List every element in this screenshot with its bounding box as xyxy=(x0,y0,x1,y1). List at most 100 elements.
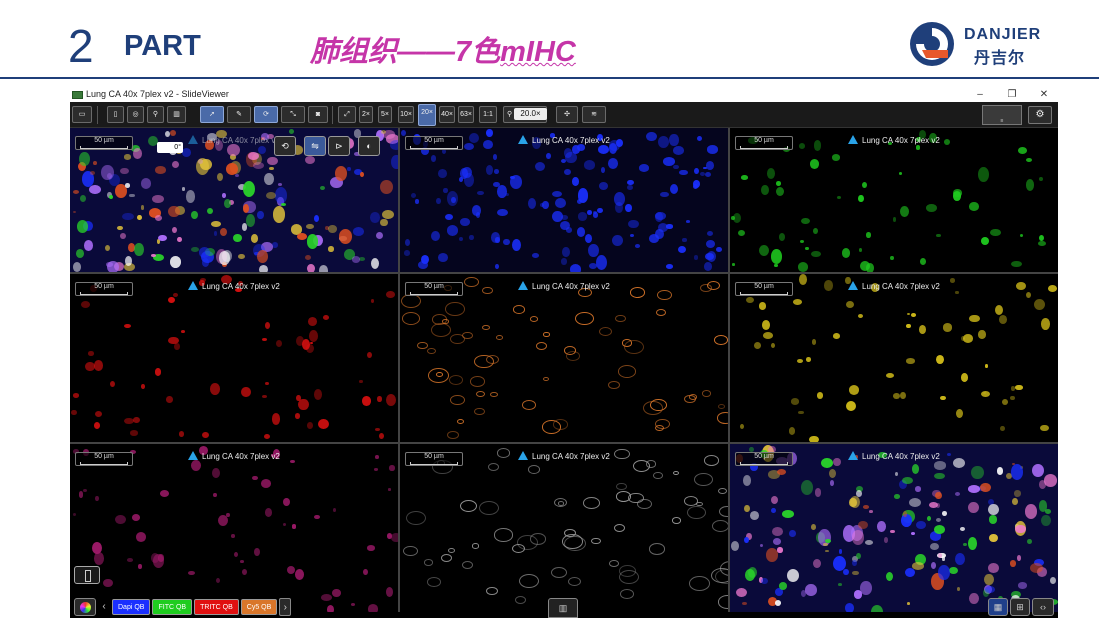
panel-composite-bottom[interactable]: 50 µm Lung CA 40x 7plex v2 xyxy=(730,444,1058,612)
tissue-cell xyxy=(988,503,1000,516)
tissue-cell xyxy=(456,418,465,424)
tissue-cell xyxy=(386,291,395,298)
tissue-cell xyxy=(555,198,566,208)
panel-label-text: Lung CA 40x 7plex v2 xyxy=(862,136,940,145)
zoom-1to1-button[interactable]: 1:1 xyxy=(479,106,497,123)
tissue-cell xyxy=(658,135,670,149)
monitor-icon[interactable]: ▭ xyxy=(72,106,92,123)
nav-arrows-icon[interactable]: ‹› xyxy=(1032,598,1054,616)
tissue-cell xyxy=(934,472,945,480)
scale-ruler xyxy=(740,146,788,149)
tissue-cell xyxy=(473,354,494,369)
minimize-button[interactable]: – xyxy=(968,88,992,102)
camera-icon[interactable]: ◙ xyxy=(308,106,328,123)
zoom-value-field[interactable]: 20.0× xyxy=(514,108,547,120)
tissue-cell xyxy=(954,492,960,497)
tissue-cell xyxy=(930,542,940,550)
warning-icon xyxy=(188,135,198,145)
panel-fitc[interactable]: 50 µm Lung CA 40x 7plex v2 xyxy=(730,128,1058,272)
tissue-cell xyxy=(363,568,369,575)
tissue-cell xyxy=(72,262,82,272)
zoom-20x-button[interactable]: 20× xyxy=(418,104,436,126)
scale-ruler xyxy=(410,146,458,149)
restore-button[interactable]: ❐ xyxy=(1000,88,1024,102)
grid-3x3-icon[interactable]: ▦ xyxy=(988,598,1008,616)
pointer-icon[interactable]: ➚ xyxy=(200,106,224,123)
annotate-icon[interactable]: ✎ xyxy=(227,106,251,123)
compass-icon[interactable]: ◎ xyxy=(127,106,144,123)
tissue-cell xyxy=(266,156,278,166)
magnifier-icon[interactable]: ⚲ xyxy=(147,106,164,123)
tissue-cell xyxy=(1011,260,1023,268)
tissue-cell xyxy=(72,189,79,194)
tissue-cell xyxy=(717,403,726,410)
brand-badge[interactable]: ≡ xyxy=(982,105,1022,125)
panel-gray[interactable]: 50 µm Lung CA 40x 7plex v2 xyxy=(400,444,728,612)
tissue-cell xyxy=(893,392,900,399)
panel-yellow[interactable]: 50 µm Lung CA 40x 7plex v2 xyxy=(730,274,1058,442)
tissue-cell xyxy=(798,274,807,285)
flip-horizontal-icon[interactable]: ⇋ xyxy=(304,136,326,156)
slide-tray-icon[interactable]: ▯ xyxy=(107,106,124,123)
rotate-icon[interactable]: ⟳ xyxy=(254,106,278,123)
tissue-cell xyxy=(391,532,398,542)
flip-vertical-icon[interactable]: ⊳ xyxy=(328,136,350,156)
tissue-cell xyxy=(76,219,89,233)
channel-mix-icon[interactable]: ✣ xyxy=(556,106,578,123)
panel-label-text: Lung CA 40x 7plex v2 xyxy=(532,452,610,461)
chevron-left-icon[interactable]: ‹ xyxy=(98,598,110,616)
filter-icon[interactable]: ≋ xyxy=(582,106,606,123)
contrast-icon[interactable]: ◐ xyxy=(358,136,380,156)
toolbar-divider xyxy=(97,106,98,124)
tissue-cell xyxy=(810,159,819,169)
panel-drawer-tab[interactable]: ▥ xyxy=(548,598,578,618)
zoom-10x-button[interactable]: 10× xyxy=(398,106,414,123)
tissue-cell xyxy=(159,490,170,498)
tissue-cell xyxy=(626,184,633,191)
reset-rotation-icon[interactable]: ⟲ xyxy=(274,136,296,156)
settings-gear-icon[interactable]: ⚙ xyxy=(1028,106,1052,124)
tissue-cell xyxy=(104,245,110,252)
panel-magenta[interactable]: 50 µm Lung CA 40x 7plex v2 xyxy=(70,444,398,612)
tissue-cell xyxy=(705,239,716,249)
tissue-cell xyxy=(226,163,238,175)
panel-composite-top[interactable]: 50 µm 0° Lung CA 40x 7plex v2 ⟲ ⇋ ⊳ ◐ xyxy=(70,128,398,272)
panel-dapi[interactable]: 50 µm Lung CA 40x 7plex v2 xyxy=(400,128,728,272)
tissue-cell xyxy=(513,305,526,314)
grid-2x2-icon[interactable]: ⊞ xyxy=(1010,598,1030,616)
panel-tritc[interactable]: 50 µm Lung CA 40x 7plex v2 xyxy=(70,274,398,442)
tissue-cell xyxy=(124,183,130,188)
zoom-5x-button[interactable]: 5× xyxy=(378,106,392,123)
zoom-40x-button[interactable]: 40× xyxy=(439,106,455,123)
channel-fitc-button[interactable]: FITC QB xyxy=(152,599,193,615)
tissue-cell xyxy=(79,194,86,202)
tissue-cell xyxy=(219,228,227,237)
chevron-right-icon[interactable]: › xyxy=(279,598,292,616)
barcode-icon[interactable]: ▥ xyxy=(167,106,186,123)
tissue-cell xyxy=(1038,240,1047,247)
tissue-cell xyxy=(787,568,800,582)
tissue-cell xyxy=(497,208,509,217)
tissue-cell xyxy=(78,491,84,498)
measure-icon[interactable]: ⤡ xyxy=(281,106,305,123)
channel-cy5-button[interactable]: Cy5 QB xyxy=(240,599,278,615)
tissue-cell xyxy=(743,475,752,486)
tissue-cell xyxy=(774,264,778,267)
tissue-cell xyxy=(309,329,319,342)
rotation-field[interactable]: 0° xyxy=(157,142,183,153)
color-wheel-icon[interactable] xyxy=(74,598,96,616)
scale-label: 50 µm xyxy=(754,453,774,460)
channel-dapi-button[interactable]: Dapi QB xyxy=(112,599,151,615)
slide-title-main: 肺组织——7色 xyxy=(310,36,501,68)
tissue-cell xyxy=(295,413,300,419)
panel-cy5[interactable]: 50 µm Lung CA 40x 7plex v2 xyxy=(400,274,728,442)
zoom-63x-button[interactable]: 63× xyxy=(458,106,474,123)
slide-toggle-button[interactable] xyxy=(74,566,100,584)
fit-view-icon[interactable]: ⤢ xyxy=(338,106,356,123)
tissue-cell xyxy=(283,522,287,526)
close-button[interactable]: ✕ xyxy=(1032,88,1056,102)
tissue-cell xyxy=(856,489,863,497)
channel-tritc-button[interactable]: TRITC QB xyxy=(194,599,239,615)
tissue-cell xyxy=(463,142,475,151)
zoom-2x-button[interactable]: 2× xyxy=(359,106,373,123)
